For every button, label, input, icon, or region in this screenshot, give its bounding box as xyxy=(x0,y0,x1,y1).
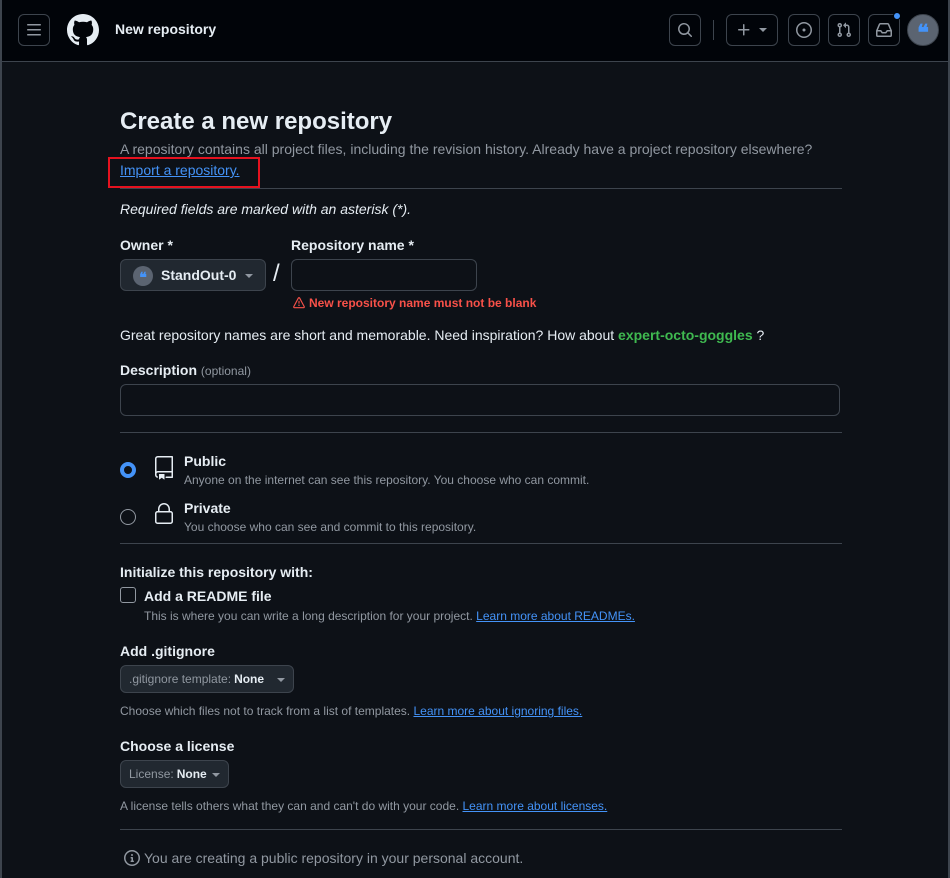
repo-name-label: Repository name * xyxy=(291,237,414,253)
repo-name-input[interactable] xyxy=(291,259,477,291)
avatar-glyph: ❝ xyxy=(917,20,929,46)
add-readme-checkbox[interactable] xyxy=(120,587,136,603)
owner-value: StandOut-0 xyxy=(161,267,237,283)
optional-hint: (optional) xyxy=(200,364,251,378)
license-selected-value: None xyxy=(176,767,207,781)
chevron-down-icon xyxy=(245,274,253,278)
owner-label: Owner * xyxy=(120,237,173,253)
visibility-info: You are creating a public repository in … xyxy=(124,850,523,866)
public-title: Public xyxy=(184,453,227,469)
public-description: Anyone on the internet can see this repo… xyxy=(184,473,590,487)
repo-icon xyxy=(155,456,173,480)
search-icon xyxy=(678,23,693,38)
import-repository-link[interactable]: Import a repository. xyxy=(120,162,240,178)
header-divider xyxy=(713,20,714,40)
lock-icon xyxy=(155,503,173,524)
menu-button[interactable] xyxy=(18,14,50,46)
page-context-title: New repository xyxy=(115,21,217,37)
readme-learn-more-link[interactable]: Learn more about READMEs. xyxy=(476,609,635,623)
chevron-down-icon xyxy=(759,28,767,32)
info-icon xyxy=(124,850,140,866)
divider xyxy=(120,188,842,189)
page-subtitle: A repository contains all project files,… xyxy=(120,141,813,157)
repo-name-error: New repository name must not be blank xyxy=(293,296,536,310)
pull-requests-icon xyxy=(837,22,852,38)
lock-icon-wrapper xyxy=(152,502,176,526)
suggested-name[interactable]: expert-octo-goggles xyxy=(618,327,753,343)
name-inspiration: Great repository names are short and mem… xyxy=(120,327,765,343)
user-avatar-button[interactable]: ❝ xyxy=(907,14,939,46)
license-heading: Choose a license xyxy=(120,738,235,754)
public-radio[interactable] xyxy=(120,462,136,478)
owner-avatar: ❝ xyxy=(133,266,153,286)
divider xyxy=(120,432,842,433)
divider xyxy=(120,829,842,830)
license-select[interactable]: License: None xyxy=(120,760,229,788)
divider xyxy=(120,543,842,544)
search-button[interactable] xyxy=(669,14,701,46)
issues-icon xyxy=(796,22,812,38)
private-radio[interactable] xyxy=(120,509,136,525)
gitignore-template-select[interactable]: .gitignore template: None xyxy=(120,665,294,693)
private-title: Private xyxy=(184,500,231,516)
license-description: A license tells others what they can and… xyxy=(120,799,608,813)
description-label: Description (optional) xyxy=(120,362,251,378)
github-logo-icon xyxy=(67,14,99,46)
issues-button[interactable] xyxy=(788,14,820,46)
owner-select[interactable]: ❝ StandOut-0 xyxy=(120,259,266,291)
inbox-icon xyxy=(876,23,892,37)
owner-repo-separator: / xyxy=(273,260,280,287)
page-title: Create a new repository xyxy=(120,108,393,135)
repo-icon-wrapper xyxy=(152,456,176,480)
license-learn-more-link[interactable]: Learn more about licenses. xyxy=(463,799,608,813)
chevron-down-icon xyxy=(277,678,285,682)
alert-icon xyxy=(293,297,305,309)
required-fields-note: Required fields are marked with an aster… xyxy=(120,201,412,217)
visibility-info-text: You are creating a public repository in … xyxy=(144,850,524,866)
menu-icon xyxy=(27,24,41,36)
add-readme-label[interactable]: Add a README file xyxy=(144,588,272,604)
private-description: You choose who can see and commit to thi… xyxy=(184,520,477,534)
github-home-link[interactable] xyxy=(67,14,99,46)
notification-indicator xyxy=(893,12,901,20)
init-heading: Initialize this repository with: xyxy=(120,564,313,580)
gitignore-description: Choose which files not to track from a l… xyxy=(120,704,583,718)
global-header: New repository ❝ xyxy=(2,0,948,62)
repo-name-error-text: New repository name must not be blank xyxy=(309,296,537,310)
plus-icon xyxy=(738,24,750,36)
gitignore-heading: Add .gitignore xyxy=(120,643,215,659)
description-input[interactable] xyxy=(120,384,840,416)
gitignore-selected-value: None xyxy=(234,672,265,686)
readme-description: This is where you can write a long descr… xyxy=(144,609,635,623)
create-new-button[interactable] xyxy=(726,14,778,46)
pull-requests-button[interactable] xyxy=(828,14,860,46)
gitignore-learn-more-link[interactable]: Learn more about ignoring files. xyxy=(413,704,582,718)
chevron-down-icon xyxy=(212,773,220,777)
